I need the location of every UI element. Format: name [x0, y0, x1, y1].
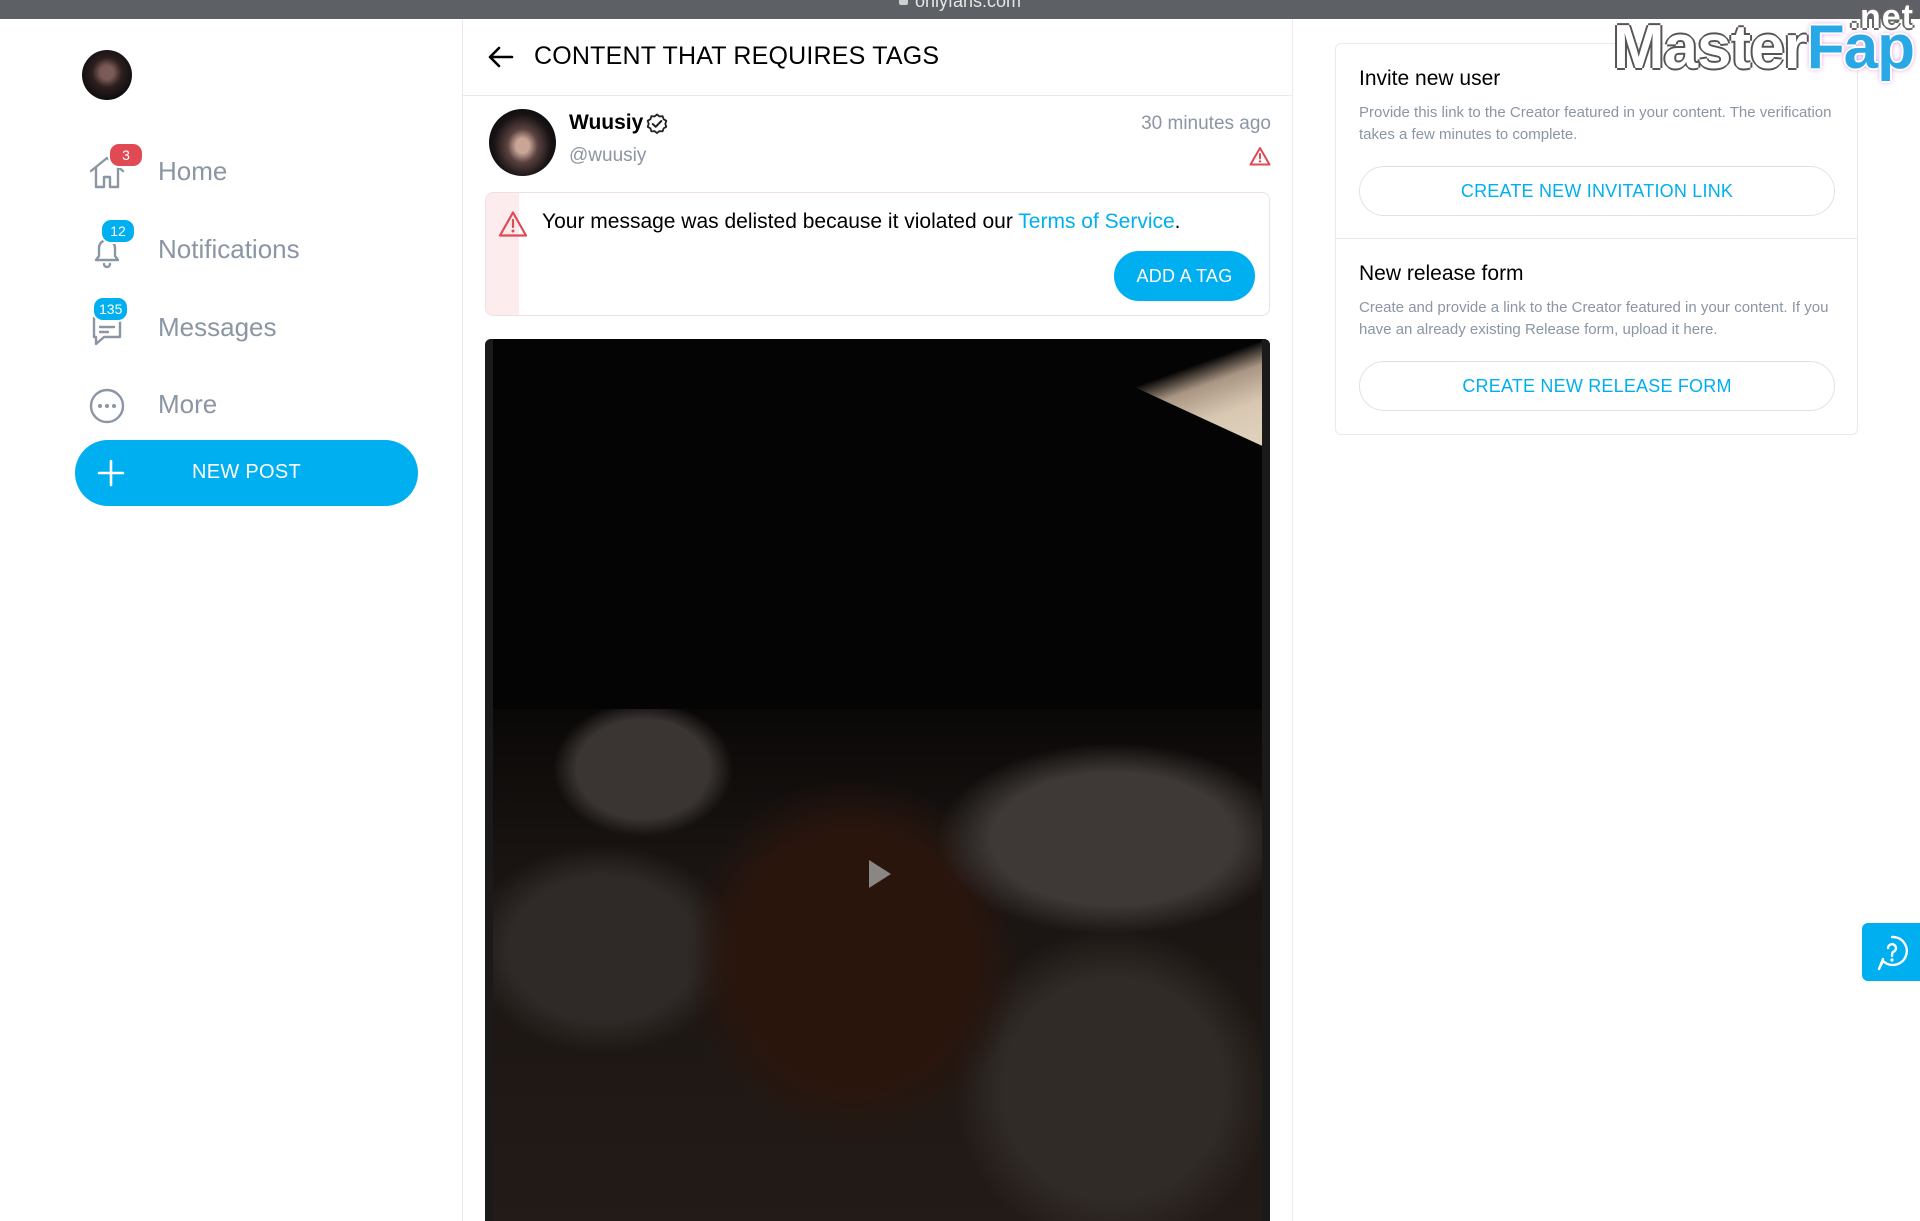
create-release-form-button[interactable]: CREATE NEW RELEASE FORM: [1359, 361, 1835, 411]
release-form-section: New release form Create and provide a li…: [1336, 239, 1857, 435]
add-tag-button[interactable]: ADD A TAG: [1114, 251, 1255, 301]
watermark-logo: .net MasterFap: [1606, 0, 1916, 83]
video-thumbnail-highlight: [1030, 339, 1270, 450]
create-invitation-link-button[interactable]: CREATE NEW INVITATION LINK: [1359, 166, 1835, 216]
sidebar-item-label: Notifications: [158, 234, 300, 264]
sidebar-item-notifications[interactable]: 12 Notifications: [82, 218, 412, 274]
terms-of-service-link[interactable]: Terms of Service: [1018, 210, 1174, 233]
sidebar-item-home[interactable]: 3 Home: [82, 142, 412, 196]
lock-icon: [898, 0, 908, 5]
release-description: Create and provide a link to the Creator…: [1359, 299, 1829, 338]
watermark-text: MasterFap: [1612, 12, 1915, 83]
message-icon: 135: [82, 296, 132, 352]
page: onlyfans.com 3 Home 12 Notifications 135…: [0, 0, 1920, 1221]
notice-suffix: .: [1174, 210, 1181, 233]
tagging-options-card: Invite new user Provide this link to the…: [1335, 43, 1858, 435]
more-dots-icon: [82, 379, 132, 429]
notice-text: Your message was delisted because it vio…: [542, 210, 1181, 234]
post-author-handle[interactable]: @wuusiy: [569, 145, 646, 167]
delisted-notice: Your message was delisted because it vio…: [485, 192, 1270, 316]
video-media[interactable]: [485, 339, 1270, 1221]
watermark-part2: Fap: [1806, 13, 1915, 82]
page-header: CONTENT THAT REQUIRES TAGS: [463, 19, 1292, 96]
bell-icon: 12: [82, 218, 136, 274]
watermark-part1: Master: [1612, 13, 1808, 82]
sidebar-item-label: Home: [158, 156, 228, 186]
alert-triangle-icon: [498, 211, 528, 237]
back-arrow-icon[interactable]: [487, 43, 515, 71]
invite-description: Provide this link to the Creator feature…: [1359, 104, 1832, 143]
new-post-button[interactable]: NEW POST: [75, 440, 418, 506]
post-header: Wuusiy @wuusiy 30 minutes ago: [463, 97, 1292, 192]
user-avatar[interactable]: [82, 50, 132, 100]
notifications-badge: 12: [100, 218, 136, 244]
notice-prefix: Your message was delisted because it vio…: [542, 210, 1019, 233]
video-frame-edge: [1262, 339, 1270, 1221]
home-badge: 3: [108, 142, 144, 168]
sidebar-item-messages[interactable]: 135 Messages: [82, 296, 412, 352]
post-timestamp: 30 minutes ago: [1141, 113, 1271, 134]
play-icon[interactable]: [847, 844, 907, 904]
post-author-avatar[interactable]: [489, 109, 556, 176]
sidebar-item-label: More: [158, 389, 218, 419]
video-thumbnail: [493, 709, 1262, 1221]
new-post-label: NEW POST: [191, 461, 302, 483]
messages-badge: 135: [92, 296, 130, 322]
main-column: CONTENT THAT REQUIRES TAGS Wuusiy @wuusi…: [463, 19, 1292, 1221]
warning-icon[interactable]: [1249, 146, 1271, 166]
release-title: New release form: [1359, 262, 1524, 285]
invite-title: Invite new user: [1359, 67, 1501, 90]
post-author-name[interactable]: Wuusiy: [569, 111, 643, 135]
sidebar: 3 Home 12 Notifications 135 Messages Mor…: [0, 19, 462, 1221]
video-frame-edge: [485, 339, 493, 1221]
sidebar-item-more[interactable]: More: [82, 379, 412, 429]
verified-icon: [646, 113, 668, 134]
help-button[interactable]: [1862, 923, 1920, 981]
page-title: CONTENT THAT REQUIRES TAGS: [534, 42, 940, 70]
home-icon: 3: [82, 142, 144, 196]
url-text: onlyfans.com: [914, 0, 1022, 11]
column-divider: [1292, 19, 1293, 1221]
help-icon: [1877, 935, 1908, 971]
sidebar-item-label: Messages: [158, 312, 277, 342]
